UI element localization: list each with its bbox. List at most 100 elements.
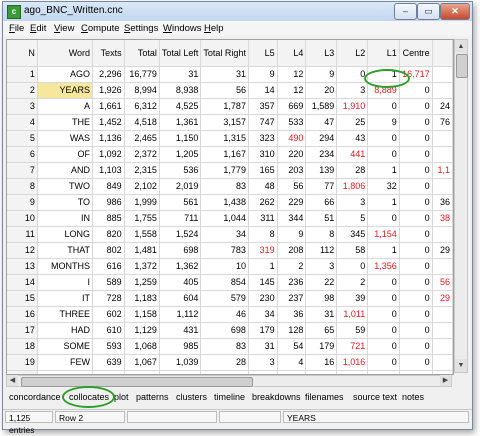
word-cell[interactable]: OF <box>37 146 94 163</box>
table-cell[interactable]: 31 <box>248 338 278 355</box>
menu-settings[interactable]: Settings <box>124 23 158 34</box>
table-cell[interactable]: 58 <box>336 242 369 259</box>
table-cell[interactable]: 10 <box>200 258 249 275</box>
table-cell[interactable]: 0 <box>399 338 433 355</box>
table-cell[interactable]: 344 <box>277 210 307 227</box>
table-cell[interactable]: 0 <box>367 338 400 355</box>
table-cell[interactable]: 1,092 <box>92 146 125 163</box>
vertical-scroll-thumb[interactable] <box>456 54 468 78</box>
table-cell[interactable]: 2,372 <box>124 146 160 163</box>
word-cell[interactable]: TWO <box>37 178 94 195</box>
table-cell[interactable]: 1,103 <box>92 162 125 179</box>
table-cell[interactable]: 0 <box>367 290 400 307</box>
table-cell[interactable]: 0 <box>399 354 433 371</box>
tab-clusters[interactable]: clusters <box>176 392 207 402</box>
row-number[interactable]: 18 <box>7 338 38 355</box>
table-cell[interactable]: 8 <box>305 226 338 243</box>
table-cell[interactable]: 1,183 <box>124 290 160 307</box>
table-cell[interactable]: 2,102 <box>124 178 160 195</box>
table-cell[interactable]: 0 <box>399 306 433 323</box>
word-cell[interactable]: LONG <box>37 226 94 243</box>
row-number[interactable]: 19 <box>7 354 38 371</box>
menu-view[interactable]: View <box>54 23 74 34</box>
row-number[interactable]: 14 <box>7 274 38 291</box>
table-cell[interactable]: 639 <box>92 354 125 371</box>
tab-timeline[interactable]: timeline <box>214 392 245 402</box>
table-cell[interactable]: 1,910 <box>336 98 369 115</box>
column-header[interactable] <box>432 40 453 67</box>
row-number[interactable]: 7 <box>7 162 38 179</box>
table-cell[interactable]: 229 <box>277 194 307 211</box>
word-cell[interactable]: I <box>37 274 94 291</box>
table-cell[interactable]: 59 <box>336 322 369 339</box>
table-cell[interactable]: 237 <box>277 290 307 307</box>
table-cell[interactable]: 698 <box>159 242 202 259</box>
table-cell[interactable]: 1,926 <box>92 82 125 99</box>
table-cell[interactable]: 31 <box>305 306 338 323</box>
table-row[interactable]: 12 THAT 802 1,481 698 783 319 208 112 58 1 0 29 <box>7 242 453 259</box>
table-cell[interactable]: 16 <box>305 354 338 371</box>
table-cell[interactable]: 323 <box>248 130 278 147</box>
tab-notes[interactable]: notes <box>402 392 424 402</box>
table-cell[interactable]: 0 <box>399 98 433 115</box>
tab-collocates[interactable]: collocates <box>69 392 109 402</box>
table-cell[interactable]: 0 <box>399 242 433 259</box>
table-cell[interactable]: 230 <box>248 290 278 307</box>
table-cell[interactable] <box>432 178 453 195</box>
table-cell[interactable]: 802 <box>92 242 125 259</box>
table-cell[interactable]: 179 <box>248 322 278 339</box>
table-cell[interactable]: 16,779 <box>124 66 160 83</box>
table-cell[interactable]: 220 <box>277 146 307 163</box>
column-header[interactable]: L4 <box>277 40 307 67</box>
table-cell[interactable]: 203 <box>277 162 307 179</box>
table-cell[interactable]: 179 <box>305 338 338 355</box>
table-cell[interactable]: 28 <box>200 354 249 371</box>
table-cell[interactable]: 8 <box>248 226 278 243</box>
menu-windows[interactable]: Windows <box>163 23 202 34</box>
table-cell[interactable] <box>432 354 453 371</box>
table-cell[interactable]: 1,452 <box>92 114 125 131</box>
table-cell[interactable]: 441 <box>336 146 369 163</box>
table-cell[interactable]: 1,589 <box>305 98 338 115</box>
table-cell[interactable]: 294 <box>305 130 338 147</box>
table-cell[interactable]: 36 <box>277 306 307 323</box>
tab-plot[interactable]: plot <box>114 392 129 402</box>
minimize-button[interactable]: – <box>394 3 417 20</box>
tab-patterns[interactable]: patterns <box>136 392 169 402</box>
row-number[interactable]: 5 <box>7 130 38 147</box>
table-cell[interactable]: 2,296 <box>92 66 125 83</box>
table-cell[interactable]: 1,205 <box>159 146 202 163</box>
table-cell[interactable]: 986 <box>92 194 125 211</box>
table-cell[interactable]: 357 <box>248 98 278 115</box>
table-cell[interactable]: 28 <box>336 162 369 179</box>
word-cell[interactable]: IN <box>37 210 94 227</box>
table-cell[interactable]: 1,806 <box>336 178 369 195</box>
table-cell[interactable]: 1,011 <box>336 306 369 323</box>
table-cell[interactable]: 0 <box>399 114 433 131</box>
table-cell[interactable]: 24 <box>432 98 453 115</box>
table-cell[interactable]: 128 <box>277 322 307 339</box>
table-cell[interactable]: 1,039 <box>159 354 202 371</box>
table-row[interactable]: 14 I 589 1,259 405 854 145 236 22 2 0 0 56 <box>7 274 453 291</box>
row-number[interactable]: 8 <box>7 178 38 195</box>
table-cell[interactable]: 1,787 <box>200 98 249 115</box>
table-cell[interactable]: 3 <box>305 258 338 275</box>
table-cell[interactable]: 5 <box>336 210 369 227</box>
column-header[interactable]: Total Right <box>200 40 249 67</box>
word-cell[interactable]: AGO <box>37 66 94 83</box>
word-cell[interactable]: WAS <box>37 130 94 147</box>
table-cell[interactable] <box>432 66 453 83</box>
table-cell[interactable]: 2,465 <box>124 130 160 147</box>
table-cell[interactable]: 0 <box>367 146 400 163</box>
table-cell[interactable]: 8,938 <box>159 82 202 99</box>
row-number[interactable]: 2 <box>7 82 38 99</box>
table-cell[interactable]: 48 <box>248 178 278 195</box>
table-cell[interactable]: 431 <box>159 322 202 339</box>
tab-breakdowns[interactable]: breakdowns <box>252 392 301 402</box>
table-cell[interactable]: 579 <box>200 290 249 307</box>
table-cell[interactable]: 536 <box>159 162 202 179</box>
table-cell[interactable]: 66 <box>305 194 338 211</box>
row-number[interactable]: 4 <box>7 114 38 131</box>
table-cell[interactable]: 311 <box>248 210 278 227</box>
table-cell[interactable]: 1,755 <box>124 210 160 227</box>
